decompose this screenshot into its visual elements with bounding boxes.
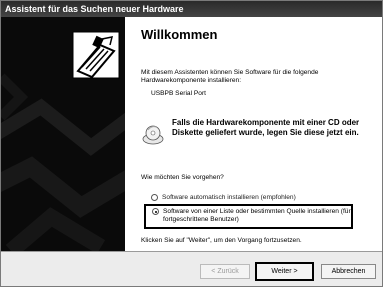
button-bar: < Zurück Weiter > Abbrechen	[1, 252, 382, 286]
question-text: Wie möchten Sie vorgehen?	[141, 174, 224, 181]
next-button[interactable]: Weiter >	[255, 262, 314, 281]
hardware-wizard-window: Assistent für das Suchen neuer Hardware …	[0, 0, 383, 287]
back-button[interactable]: < Zurück	[200, 264, 250, 279]
continue-instruction: Klicken Sie auf "Weiter", um den Vorgang…	[141, 237, 302, 244]
page-title: Willkommen	[141, 27, 218, 42]
option-auto-install[interactable]: Software automatisch installieren (empfo…	[151, 194, 296, 202]
wizard-content: Willkommen Mit diesem Assistenten können…	[125, 17, 382, 251]
cd-hint-text: Falls die Hardwarekomponente mit einer C…	[172, 118, 360, 137]
radio-manual-install[interactable]	[152, 208, 159, 215]
option-manual-install-label[interactable]: Software von einer Liste oder bestimmten…	[163, 208, 351, 224]
radio-auto-install[interactable]	[151, 194, 158, 201]
option-auto-install-label[interactable]: Software automatisch installieren (empfo…	[162, 194, 296, 202]
option-manual-install[interactable]: Software von einer Liste oder bestimmten…	[152, 208, 351, 224]
hardware-wizard-icon	[72, 31, 120, 79]
cancel-button[interactable]: Abbrechen	[321, 264, 376, 279]
cd-icon	[142, 125, 164, 145]
device-name: USBPB Serial Port	[151, 90, 206, 97]
window-title: Assistent für das Suchen neuer Hardware	[1, 1, 382, 17]
wizard-side-panel	[1, 17, 125, 251]
intro-text: Mit diesem Assistenten können Sie Softwa…	[141, 69, 319, 84]
